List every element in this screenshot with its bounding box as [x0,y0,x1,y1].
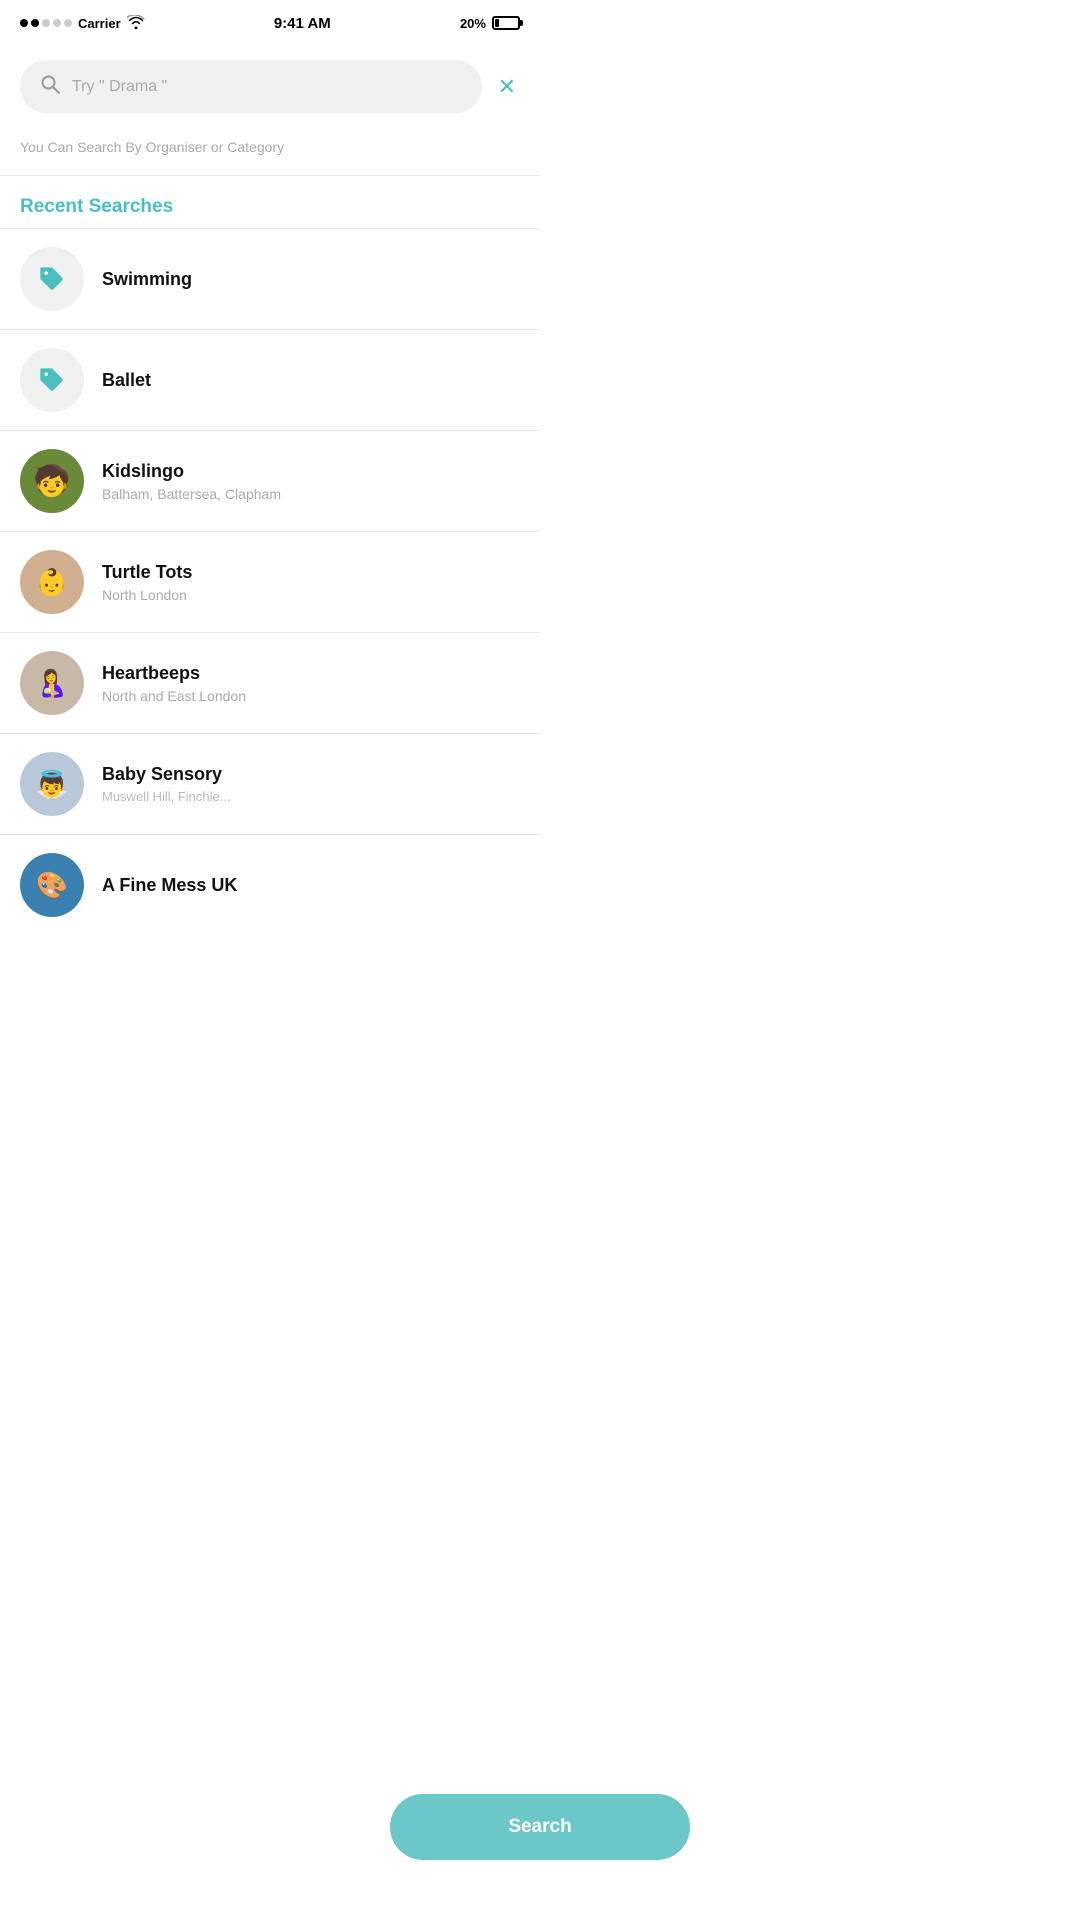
item-title: Turtle Tots [102,562,192,583]
status-time: 9:41 AM [274,15,331,32]
signal-dot-2 [31,19,39,27]
avatar-baby-sensory: 👼 [20,752,84,816]
signal-dot-3 [42,19,50,27]
avatar-emoji: 🎨 [36,870,68,901]
item-text-fine-mess: A Fine Mess UK [102,875,237,896]
item-text-kidslingo: Kidslingo Balham, Battersea, Clapham [102,461,281,502]
signal-dot-4 [53,19,61,27]
avatar-kidslingo: 🧒 [20,449,84,513]
recent-searches-heading: Recent Searches [0,176,540,228]
list-item[interactable]: 👼 Baby Sensory Muswell Hill, Finchle... [0,734,540,835]
signal-dot-1 [20,19,28,27]
search-button[interactable]: Search [390,1794,690,1860]
item-subtitle: Balham, Battersea, Clapham [102,486,281,502]
item-title: Heartbeeps [102,663,246,684]
list-item[interactable]: 👶 Turtle Tots North London [0,532,540,633]
item-subtitle: Muswell Hill, Finchle... [102,789,231,804]
tag-icon [38,366,66,394]
list-item[interactable]: 🤱 Heartbeeps North and East London [0,633,540,734]
list-item[interactable]: Ballet [0,330,540,431]
item-title: Swimming [102,269,192,290]
wifi-icon [127,15,145,32]
item-text-baby-sensory: Baby Sensory Muswell Hill, Finchle... [102,764,231,804]
close-button[interactable]: ✕ [494,70,520,104]
avatar-fine-mess: 🎨 [20,853,84,917]
item-title: Ballet [102,370,151,391]
search-placeholder: Try " Drama " [72,78,167,96]
search-icon [40,74,60,99]
search-area: Try " Drama " ✕ [0,44,540,129]
avatar-heartbeeps: 🤱 [20,651,84,715]
item-title: Kidslingo [102,461,281,482]
item-text-heartbeeps: Heartbeeps North and East London [102,663,246,704]
avatar-emoji: 🤱 [36,668,68,699]
item-title: Baby Sensory [102,764,231,785]
search-bar[interactable]: Try " Drama " [20,60,482,113]
search-button-container: Search [390,1794,690,1860]
list-item[interactable]: Swimming [0,229,540,330]
item-text-turtle-tots: Turtle Tots North London [102,562,192,603]
avatar-emoji: 🧒 [33,464,70,499]
avatar-turtle-tots: 👶 [20,550,84,614]
avatar-swimming [20,247,84,311]
item-subtitle: North and East London [102,688,246,704]
avatar-emoji: 👼 [36,769,68,800]
item-text-swimming: Swimming [102,269,192,290]
helper-text: You Can Search By Organiser or Category [0,129,540,175]
item-text-ballet: Ballet [102,370,151,391]
carrier-label: Carrier [78,16,121,31]
item-subtitle: North London [102,587,192,603]
item-title: A Fine Mess UK [102,875,237,896]
status-bar: Carrier 9:41 AM 20% [0,0,540,44]
list-item[interactable]: 🧒 Kidslingo Balham, Battersea, Clapham [0,431,540,532]
signal-dots [20,19,72,27]
status-left: Carrier [20,15,145,32]
avatar-emoji: 👶 [36,567,68,598]
battery-icon [492,16,520,30]
battery-percent: 20% [460,16,486,31]
avatar-ballet [20,348,84,412]
tag-icon [38,265,66,293]
list-item[interactable]: 🎨 A Fine Mess UK [0,835,540,997]
status-right: 20% [460,16,520,31]
signal-dot-5 [64,19,72,27]
